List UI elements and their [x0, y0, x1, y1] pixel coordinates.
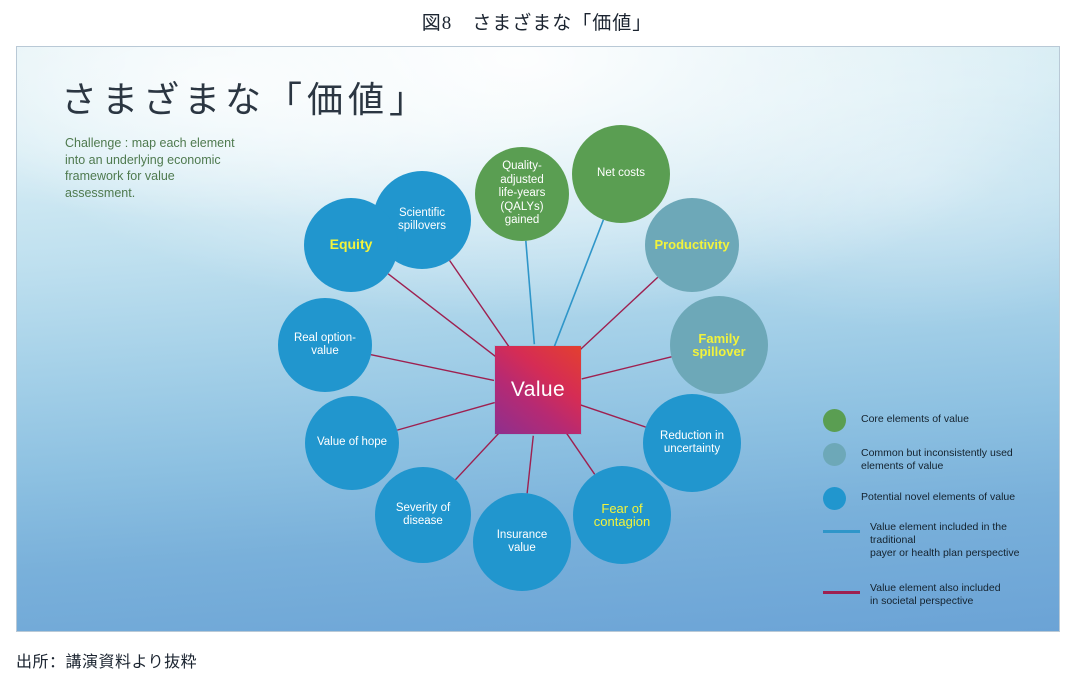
value-node-label: Quality- adjusted life-years (QALYs) gai…: [498, 160, 546, 227]
value-node-label: Severity of disease: [395, 501, 451, 528]
connector-productivity: [570, 276, 659, 359]
slide-content: さまざまな「価値」 Challenge : map each element i…: [17, 47, 1059, 631]
legend-item-label: Value element included in the traditiona…: [870, 521, 1020, 559]
legend-item-core: Core elements of value: [823, 409, 1045, 432]
value-node-label: Scientific spillovers: [398, 206, 446, 233]
value-node-productivity: Productivity: [645, 198, 739, 292]
connector-value-of-hope: [397, 401, 495, 431]
connector-real-option-value: [370, 354, 495, 382]
center-value-box: Value: [495, 346, 581, 434]
value-node-real-option-value: Real option- value: [278, 298, 372, 392]
value-node-label: Family spillover: [692, 330, 746, 359]
legend-item-label: Common but inconsistently used elements …: [861, 447, 1013, 472]
value-node-label: Reduction in uncertainty: [660, 429, 724, 456]
value-node-label: Net costs: [597, 167, 645, 180]
value-node-net-costs: Net costs: [572, 125, 670, 223]
value-node-severity-of-disease: Severity of disease: [375, 467, 471, 563]
value-node-qalys-gained: Quality- adjusted life-years (QALYs) gai…: [475, 147, 569, 241]
value-node-equity: Equity: [304, 198, 398, 292]
value-node-label: Insurance value: [496, 528, 548, 555]
connector-reduction-in-uncertainty: [580, 404, 646, 428]
connector-fear-of-contagion: [562, 427, 596, 475]
legend-dot-icon: [823, 443, 846, 466]
legend-line-icon: [823, 530, 860, 533]
connector-insurance-value: [526, 435, 534, 494]
figure-title: 図8 さまざまな「価値」: [421, 13, 653, 34]
legend: Core elements of value Common but inconsi…: [823, 409, 1045, 630]
legend-item-payer: Value element included in the traditiona…: [823, 521, 1045, 560]
legend-dot-icon: [823, 409, 846, 432]
figure-page: 図8 さまざまな「価値」 さまざまな「価値」 Challenge : map e…: [0, 0, 1074, 688]
value-node-fear-of-contagion: Fear of contagion: [573, 466, 671, 564]
legend-dot-icon: [823, 487, 846, 510]
legend-item-common: Common but inconsistently used elements …: [823, 443, 1045, 473]
legend-item-novel: Potential novel elements of value: [823, 487, 1045, 510]
legend-item-label: Potential novel elements of value: [861, 491, 1016, 503]
legend-item-label: Value element also included in societal …: [870, 582, 1001, 607]
value-node-family-spillover: Family spillover: [670, 296, 768, 394]
source-caption: 出所：講演資料より抜粋: [16, 654, 198, 671]
value-node-insurance-value: Insurance value: [473, 493, 571, 591]
connector-net-costs: [553, 219, 605, 348]
legend-item-label: Core elements of value: [861, 413, 969, 425]
value-node-label: Equity: [329, 236, 373, 253]
value-node-label: Fear of contagion: [593, 500, 651, 529]
value-node-label: Productivity: [654, 237, 730, 253]
connector-family-spillover: [581, 356, 672, 380]
center-value-label: Value: [510, 378, 566, 401]
value-node-value-of-hope: Value of hope: [305, 396, 399, 490]
connector-equity: [387, 273, 503, 363]
value-node-label: Real option- value: [293, 331, 356, 358]
connector-scientific-spillovers: [449, 260, 514, 353]
connector-qalys-gained: [525, 240, 536, 345]
slide-frame: さまざまな「価値」 Challenge : map each element i…: [16, 46, 1060, 632]
value-node-reduction-in-uncertainty: Reduction in uncertainty: [643, 394, 741, 492]
legend-line-icon: [823, 591, 860, 594]
value-node-label: Value of hope: [316, 436, 388, 449]
legend-item-societal: Value element also included in societal …: [823, 582, 1045, 608]
